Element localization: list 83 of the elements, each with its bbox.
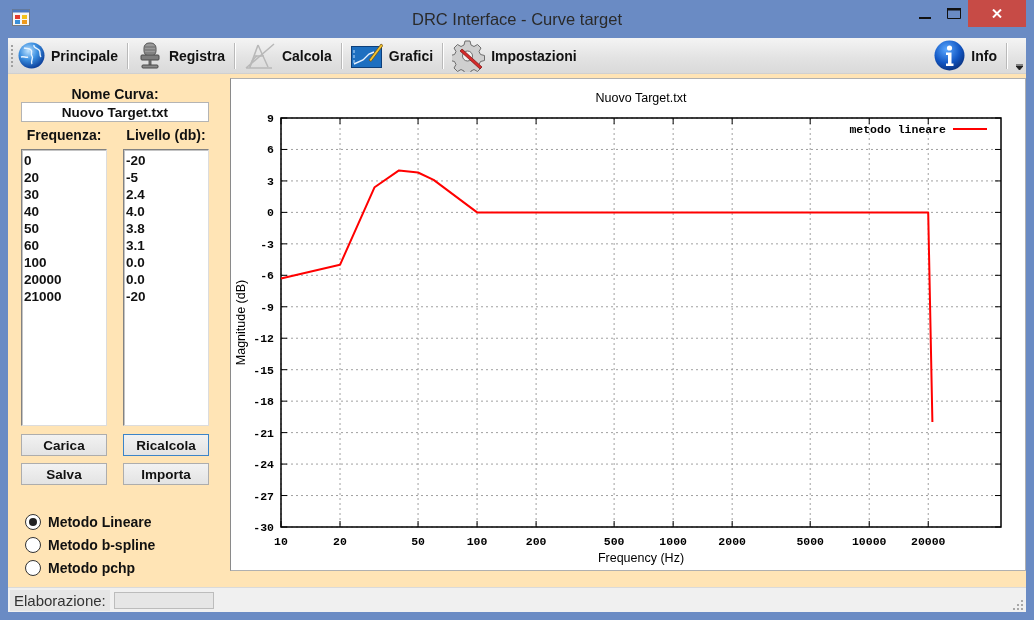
column-label: Livello (db): (125, 127, 207, 143)
axis-tick-label: 9 (267, 112, 274, 125)
caret-icon (1015, 63, 1023, 70)
push-button[interactable]: Carica (21, 434, 107, 456)
axis-tick-label: -9 (260, 300, 274, 314)
close-icon (992, 9, 1002, 18)
toolbar-button[interactable]: Calcola (239, 39, 336, 72)
list-item[interactable]: 100 (24, 254, 47, 271)
axis-label: Magnitude (dB) (234, 279, 248, 366)
axis-label: Frequency (Hz) (597, 551, 685, 565)
axis-tick-label: 1000 (659, 535, 687, 548)
close-button[interactable] (968, 0, 1026, 27)
axis-tick-label: 2000 (718, 535, 746, 548)
legend-label: metodo lineare (849, 123, 946, 136)
axis-tick-label: 20000 (911, 535, 946, 548)
list-item[interactable]: 20 (24, 169, 40, 186)
radio-option[interactable]: Metodo b-spline (25, 533, 156, 556)
axis-tick-label: 5000 (796, 535, 824, 548)
chart-title: Nuovo Target.txt (595, 91, 687, 105)
axis-tick-label: 100 (466, 535, 488, 548)
toolbar-button[interactable]: Principale (14, 39, 122, 72)
globe-icon (18, 42, 45, 69)
axis-tick-label: 200 (525, 535, 547, 548)
axis-tick-label: 20 (333, 535, 347, 548)
radio-option[interactable]: Metodo pchp (25, 556, 136, 579)
axis-tick-label: 10000 (851, 535, 887, 548)
list-item[interactable]: 60 (24, 237, 40, 254)
radio-option[interactable]: Metodo Lineare (25, 510, 152, 533)
radio-button-icon[interactable] (25, 559, 41, 576)
list-item[interactable]: 40 (24, 203, 40, 220)
status-label: Elaborazione: (10, 589, 110, 611)
axis-tick-label: -24 (253, 458, 274, 472)
list-item[interactable]: -20 (126, 288, 146, 305)
axis-tick-label: 6 (267, 143, 274, 157)
list-item[interactable]: 30 (24, 186, 40, 203)
list-item[interactable]: 4.0 (126, 203, 145, 220)
curve-name-field[interactable]: Nuovo Target.txt (21, 102, 209, 122)
axis-tick-label: -6 (260, 269, 274, 283)
axis-tick-label: -18 (253, 395, 274, 409)
radio-button-icon[interactable] (25, 536, 41, 553)
list-item[interactable]: 0.0 (126, 254, 145, 271)
axis-tick-label: 50 (411, 535, 425, 548)
resize-grip-icon (1012, 599, 1023, 610)
toolbar-button[interactable]: Info (930, 39, 1001, 72)
legend-line-icon (953, 128, 987, 130)
list-item[interactable]: 3.8 (126, 220, 145, 237)
list-item[interactable]: 20000 (24, 271, 62, 288)
axis-tick-label: -15 (253, 363, 274, 377)
list-box[interactable]: 0 20 30 40 50 60 100 20000 21000 (21, 149, 107, 426)
pencil-panel-icon (350, 43, 383, 68)
list-item[interactable]: -20 (126, 152, 146, 169)
push-button[interactable]: Ricalcola (123, 434, 209, 456)
maximize-icon (946, 8, 961, 19)
toolbar-button[interactable]: Registra (132, 39, 229, 72)
list-item[interactable]: 0 (24, 152, 32, 169)
axis-tick-label: -21 (253, 426, 274, 440)
axis-tick-label: 3 (267, 174, 274, 188)
app-icon (12, 9, 30, 26)
radio-button-icon[interactable] (25, 513, 41, 530)
list-item[interactable]: 2.4 (126, 186, 145, 203)
info-icon (934, 40, 966, 71)
window-title: DRC Interface - Curve target (412, 9, 622, 29)
axis-tick-label: 10 (274, 535, 288, 548)
push-button[interactable]: Salva (21, 463, 107, 485)
minimize-icon (918, 17, 931, 19)
list-item[interactable]: -5 (126, 169, 138, 186)
toolbar-button[interactable]: Grafici (346, 39, 438, 72)
list-item[interactable]: 50 (24, 220, 40, 237)
list-item[interactable]: 0.0 (126, 271, 145, 288)
axis-tick-label: -12 (253, 332, 274, 346)
field-label: Nome Curva: (70, 86, 160, 102)
column-label: Frequenza: (25, 127, 103, 143)
drafting-compass-icon (243, 41, 276, 70)
axis-tick-label: 500 (603, 535, 625, 548)
push-button[interactable]: Importa (123, 463, 209, 485)
axis-tick-label: -3 (260, 237, 274, 251)
axis-tick-label: 0 (267, 206, 274, 220)
list-item[interactable]: 3.1 (126, 237, 145, 254)
list-box[interactable]: -20 -5 2.4 4.0 3.8 3.1 0.0 0.0 -20 (123, 149, 209, 426)
list-item[interactable]: 21000 (24, 288, 62, 305)
grip-handle-icon (11, 43, 14, 68)
axis-tick-label: -30 (253, 521, 274, 534)
axis-tick-label: -27 (253, 489, 274, 503)
